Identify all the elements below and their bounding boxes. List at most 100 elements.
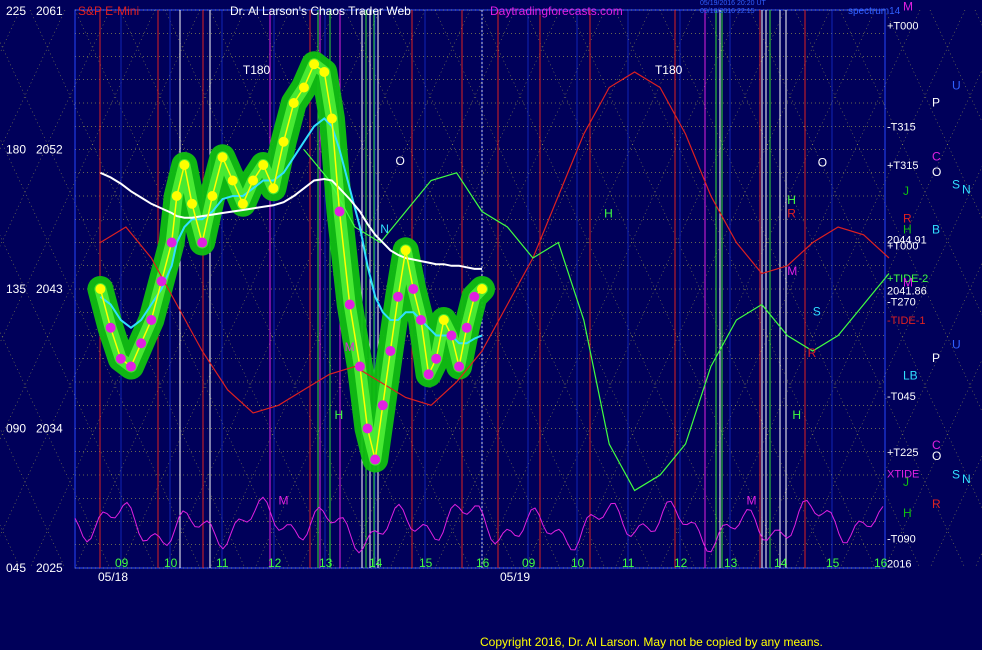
price-point (362, 423, 373, 434)
timeline-label: T180 (655, 63, 683, 77)
price-point (258, 160, 269, 170)
timeline-label: T180 (243, 63, 271, 77)
timeline-label: H (604, 207, 613, 221)
price-point (166, 237, 177, 248)
planet-label: P (932, 351, 940, 365)
hour-tick-label: 09 (115, 556, 129, 570)
planet-label: R (932, 497, 941, 511)
hour-tick-label: 09 (522, 556, 536, 570)
lattice-line (974, 552, 982, 569)
price-point (319, 67, 330, 77)
date-label: 05/18 (98, 570, 128, 584)
planet-label: U (952, 78, 961, 92)
timestamp-line-1: 05/19/2016 20:20 UT (700, 0, 766, 7)
hour-tick-label: 12 (268, 556, 282, 570)
lattice-line (929, 9, 982, 123)
planet-label: J (903, 475, 909, 489)
price-point (431, 353, 442, 364)
price-tick-label: 2034 (36, 422, 63, 436)
timeline-label: N (380, 222, 389, 236)
timeline-label: R (787, 207, 796, 221)
hour-tick-label: 15 (419, 556, 433, 570)
planet-label: S (952, 467, 960, 481)
timeline-label: H (334, 408, 343, 422)
timeline-label: M (279, 493, 289, 507)
price-point (171, 191, 182, 201)
price-point (446, 330, 457, 341)
hour-tick-label: 10 (571, 556, 585, 570)
lattice-line (749, 9, 982, 509)
planet-label: B (932, 223, 940, 237)
level-label: -TIDE-1 (887, 315, 926, 327)
level-label: -T315 (887, 121, 916, 133)
hour-tick-label: 13 (319, 556, 333, 570)
timeline-label: S (813, 304, 821, 318)
price-point (207, 191, 218, 201)
price-point (461, 322, 472, 333)
planet-label: LB (903, 368, 918, 382)
level-label: -T270 (887, 296, 916, 308)
hour-tick-label: 10 (164, 556, 178, 570)
price-point (197, 237, 208, 248)
price-point (125, 361, 136, 372)
chart-title: Dr. Al Larson's Chaos Trader Web (230, 4, 411, 18)
angle-tick-label: 135 (6, 282, 26, 296)
planet-label: J (903, 184, 909, 198)
symbol-label: S&P E-Mini (78, 4, 139, 18)
timestamp-line-2: 05/18/2016 22:15 (700, 8, 755, 15)
price-point (415, 315, 426, 325)
level-label: +T225 (887, 447, 919, 459)
timeline-label: H (787, 193, 796, 207)
angle-tick-label: 180 (6, 143, 26, 157)
site-link[interactable]: Daytradingforecasts.com (490, 4, 623, 18)
price-point (187, 198, 198, 209)
planet-label: O (932, 165, 941, 179)
price-point (354, 361, 365, 372)
hour-tick-label: 13 (724, 556, 738, 570)
timeline-label: M (747, 493, 757, 507)
price-point (227, 175, 238, 186)
hour-tick-label: 12 (674, 556, 688, 570)
timeline-label: O (396, 154, 405, 168)
timeline-label: O (818, 156, 827, 170)
hour-tick-label: 16 (874, 556, 888, 570)
price-point (115, 353, 126, 364)
hour-tick-label: 16 (476, 556, 490, 570)
hour-tick-label: 11 (622, 556, 635, 570)
angle-tick-label: 090 (6, 422, 26, 436)
price-point (385, 346, 396, 356)
price-point (326, 113, 337, 124)
price-point (400, 245, 411, 256)
level-label: -T045 (887, 391, 916, 403)
timeline-label: H (792, 408, 801, 422)
planet-label: C (932, 150, 941, 164)
price-point (95, 284, 106, 294)
price-point (469, 291, 480, 302)
planet-label: O (932, 449, 941, 463)
date-label: 05/19 (500, 570, 530, 584)
price-point (344, 299, 355, 310)
timeline-label: M (787, 264, 797, 278)
price-point (146, 315, 157, 325)
planet-label: M (903, 275, 913, 289)
copyright-text: Copyright 2016, Dr. Al Larson. May not b… (480, 635, 823, 649)
price-point (237, 198, 248, 209)
price-point (438, 315, 449, 325)
price-point (408, 284, 419, 294)
planet-label: N (962, 472, 971, 486)
level-label: 2016 (887, 558, 911, 570)
chaos-trader-chart: 2061 180 2052 135 2043 090 2034 045 2025 09 10 11 12… (0, 0, 982, 649)
price-point (268, 183, 279, 194)
planet-label: S (952, 178, 960, 192)
price-point (156, 276, 167, 287)
hour-tick-label: 14 (369, 556, 383, 570)
price-point (179, 160, 190, 170)
price-point (423, 369, 434, 380)
timeline-label: R (808, 346, 817, 360)
level-label: +T000 (887, 21, 919, 33)
price-point (217, 152, 228, 163)
price-tick-label: 2052 (36, 143, 63, 157)
red-projection-line (100, 71, 890, 414)
timeline-label: M (345, 340, 355, 354)
planet-label: M (903, 0, 913, 13)
